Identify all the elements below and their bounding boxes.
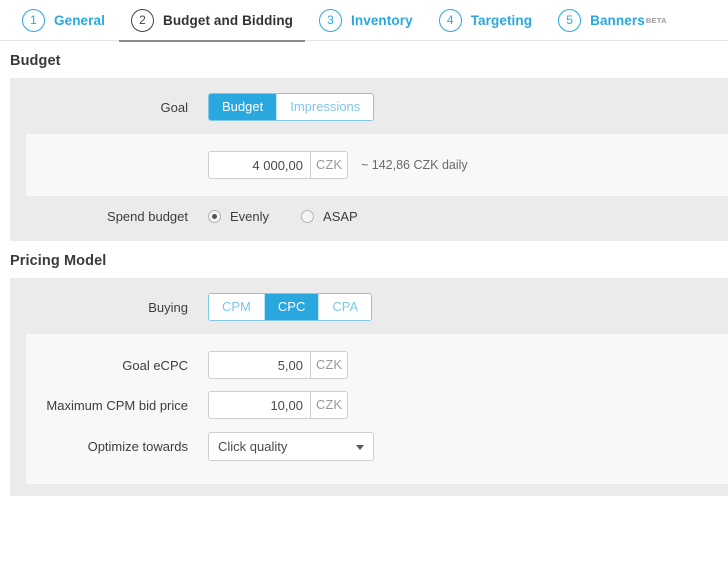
beta-badge: BETA bbox=[646, 16, 667, 25]
spend-budget-row: Spend budget Evenly ASAP bbox=[10, 196, 728, 241]
goal-ecpc-input-group: CZK bbox=[208, 351, 348, 379]
buying-option-cpm[interactable]: CPM bbox=[209, 294, 265, 320]
spend-budget-label: Spend budget bbox=[10, 209, 208, 224]
pricing-model-panel: Buying CPM CPC CPA Goal eCPC CZK Maximum… bbox=[10, 278, 728, 496]
buying-option-cpa[interactable]: CPA bbox=[319, 294, 371, 320]
step-number-badge: 2 bbox=[131, 9, 154, 32]
radio-evenly-icon[interactable] bbox=[208, 210, 221, 223]
budget-amount-panel: CZK ~ 142,86 CZK daily bbox=[26, 134, 728, 196]
max-cpm-bid-input-group: CZK bbox=[208, 391, 348, 419]
pricing-model-section-title: Pricing Model bbox=[0, 241, 728, 278]
wizard-step-targeting[interactable]: 4 Targeting bbox=[439, 0, 532, 41]
goal-option-impressions[interactable]: Impressions bbox=[277, 94, 373, 120]
wizard-step-budget-and-bidding[interactable]: 2 Budget and Bidding bbox=[131, 0, 293, 41]
step-label: General bbox=[54, 13, 105, 28]
pricing-fields-panel: Goal eCPC CZK Maximum CPM bid price CZK … bbox=[26, 334, 728, 484]
optimize-towards-value: Click quality bbox=[218, 439, 287, 454]
step-label: Inventory bbox=[351, 13, 413, 28]
wizard-step-banners[interactable]: 5 Banners BETA bbox=[558, 0, 667, 41]
budget-amount-input-group: CZK bbox=[208, 151, 348, 179]
pricing-panel-footer-spacer bbox=[10, 484, 728, 496]
max-cpm-bid-row: Maximum CPM bid price CZK bbox=[26, 385, 728, 425]
step-label: Banners bbox=[590, 13, 645, 28]
max-cpm-bid-input[interactable] bbox=[208, 391, 310, 419]
step-number-badge: 3 bbox=[319, 9, 342, 32]
goal-button-group: Budget Impressions bbox=[208, 93, 374, 121]
goal-option-budget[interactable]: Budget bbox=[209, 94, 277, 120]
buying-label: Buying bbox=[10, 300, 208, 315]
budget-panel: Goal Budget Impressions CZK ~ 142,86 CZK… bbox=[10, 78, 728, 241]
buying-option-cpc[interactable]: CPC bbox=[265, 294, 319, 320]
budget-amount-input[interactable] bbox=[208, 151, 310, 179]
goal-ecpc-currency-addon: CZK bbox=[310, 351, 348, 379]
optimize-towards-select[interactable]: Click quality bbox=[208, 432, 374, 461]
goal-ecpc-row: Goal eCPC CZK bbox=[26, 334, 728, 385]
buying-button-group: CPM CPC CPA bbox=[208, 293, 372, 321]
optimize-towards-row: Optimize towards Click quality bbox=[26, 425, 728, 484]
step-label: Budget and Bidding bbox=[163, 13, 293, 28]
max-cpm-bid-currency-addon: CZK bbox=[310, 391, 348, 419]
budget-amount-row: CZK ~ 142,86 CZK daily bbox=[26, 134, 728, 196]
goal-ecpc-label: Goal eCPC bbox=[26, 358, 208, 373]
radio-asap-icon[interactable] bbox=[301, 210, 314, 223]
optimize-towards-label: Optimize towards bbox=[26, 439, 208, 454]
spend-option-asap[interactable]: ASAP bbox=[301, 209, 358, 224]
budget-daily-helper-text: ~ 142,86 CZK daily bbox=[361, 158, 468, 172]
chevron-down-icon bbox=[356, 445, 364, 450]
step-label: Targeting bbox=[471, 13, 532, 28]
step-number-badge: 5 bbox=[558, 9, 581, 32]
wizard-step-general[interactable]: 1 General bbox=[22, 0, 105, 41]
active-step-underline bbox=[119, 40, 305, 42]
max-cpm-bid-label: Maximum CPM bid price bbox=[26, 398, 208, 413]
wizard-step-inventory[interactable]: 3 Inventory bbox=[319, 0, 413, 41]
goal-label: Goal bbox=[10, 100, 208, 115]
wizard-step-nav: 1 General 2 Budget and Bidding 3 Invento… bbox=[0, 0, 728, 41]
step-number-badge: 1 bbox=[22, 9, 45, 32]
step-number-badge: 4 bbox=[439, 9, 462, 32]
budget-section-title: Budget bbox=[0, 41, 728, 78]
spend-option-evenly[interactable]: Evenly bbox=[208, 209, 269, 224]
buying-row: Buying CPM CPC CPA bbox=[10, 278, 728, 334]
spend-option-asap-label: ASAP bbox=[323, 209, 358, 224]
goal-ecpc-input[interactable] bbox=[208, 351, 310, 379]
budget-amount-currency-addon: CZK bbox=[310, 151, 348, 179]
spend-option-evenly-label: Evenly bbox=[230, 209, 269, 224]
goal-row: Goal Budget Impressions bbox=[10, 78, 728, 134]
